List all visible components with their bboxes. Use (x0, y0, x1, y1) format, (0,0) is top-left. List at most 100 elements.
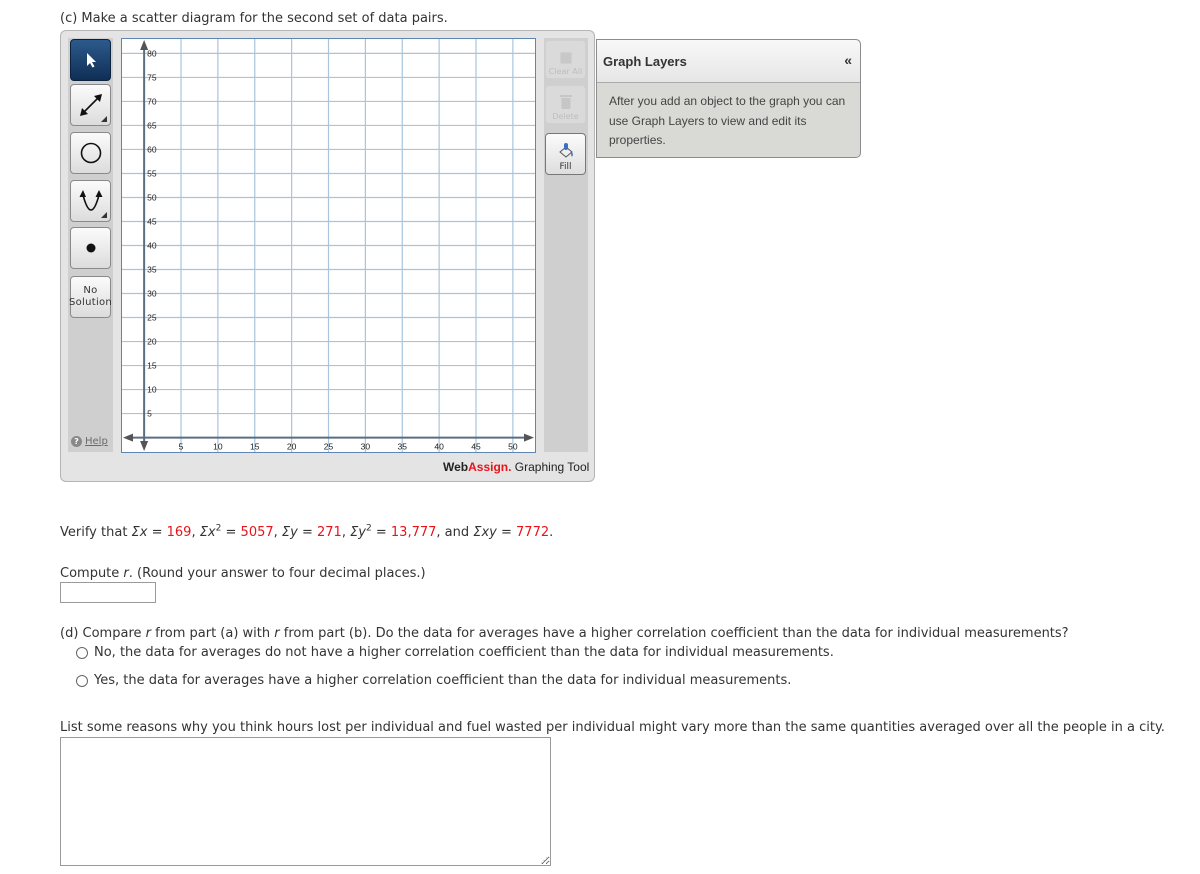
period: . (549, 525, 554, 540)
sum-xy-label: Σxy = (473, 525, 517, 540)
help-link[interactable]: ? Help (71, 436, 108, 447)
option-no-label[interactable]: No, the data for averages do not have a … (94, 645, 834, 660)
submenu-indicator (101, 116, 107, 122)
compute-r-prompt: Compute r. (Round your answer to four de… (60, 566, 426, 581)
option-yes-label[interactable]: Yes, the data for averages have a higher… (94, 673, 791, 688)
parabola-icon (79, 190, 102, 211)
y-tick-label: 25 (147, 313, 157, 323)
double-arrow-line-icon (79, 94, 102, 116)
x-tick-label: 10 (213, 442, 223, 452)
x-tick-label: 40 (434, 442, 444, 452)
x-tick-label: 20 (287, 442, 297, 452)
part-d-prompt: (d) Compare r from part (a) with r from … (60, 626, 1069, 641)
brand-assign: Assign. (468, 460, 512, 474)
sum-y2-label: Σy (350, 525, 366, 540)
sep: , (341, 525, 351, 540)
collapse-icon[interactable]: « (844, 52, 852, 68)
radio-yes[interactable] (76, 674, 88, 687)
resize-grip-icon[interactable]: ⋰ (540, 856, 548, 865)
y-tick-label: 65 (147, 120, 157, 130)
x-tick-label: 30 (361, 442, 371, 452)
sum-x2-label: Σx (199, 525, 216, 540)
sum-xy-value: 7772 (516, 525, 550, 540)
compute-prefix: Compute (60, 566, 124, 581)
pointer-tool-button[interactable] (70, 39, 111, 81)
x-tick-label: 15 (250, 442, 260, 452)
sep: , (273, 525, 282, 540)
y-tick-label: 75 (147, 72, 157, 82)
line-tool-button[interactable] (70, 84, 111, 126)
part-d-text-2: from part (a) with (151, 626, 275, 641)
x-tick-label: 50 (508, 442, 518, 452)
x-tick-label: 35 (398, 442, 408, 452)
sum-x-label: Σx = (131, 525, 167, 540)
submenu-indicator (101, 212, 107, 218)
verify-prefix: Verify that (60, 525, 132, 540)
delete-button[interactable]: Delete (545, 85, 586, 124)
sum-x2-value: 5057 (240, 525, 274, 540)
x-tick-label: 25 (324, 442, 334, 452)
help-icon: ? (71, 436, 82, 447)
point-tool-button[interactable] (70, 227, 111, 269)
point-icon (86, 243, 95, 253)
help-label[interactable]: Help (85, 436, 108, 447)
y-tick-label: 30 (147, 289, 157, 299)
eq: = (371, 525, 391, 540)
y-tick-label: 50 (147, 192, 157, 202)
no-solution-label-1: No (83, 285, 98, 296)
sum-y-value: 271 (316, 525, 342, 540)
x-tick-label: 45 (471, 442, 481, 452)
y-tick-label: 5 (147, 409, 152, 419)
y-tick-label: 40 (147, 241, 157, 251)
radio-no[interactable] (76, 646, 88, 659)
part-d-text-1: (d) Compare (60, 626, 146, 641)
clear-all-label: Clear All (548, 67, 583, 76)
y-tick-label: 70 (147, 96, 157, 106)
y-tick-label: 80 (147, 48, 157, 58)
no-solution-button[interactable]: No Solution (68, 276, 113, 318)
graph-layers-description: After you add an object to the graph you… (609, 94, 846, 147)
y-tick-label: 15 (147, 361, 157, 371)
graph-canvas[interactable]: 5 10 15 20 25 30 35 40 45 50 5 10 15 20 25 30 35 40 45 50 55… (121, 38, 536, 453)
trash-icon (559, 95, 572, 109)
and: , and (436, 525, 474, 540)
y-tick-label: 10 (147, 385, 157, 395)
parabola-tool-button[interactable] (70, 180, 111, 222)
sum-y2-value: 13,777 (390, 525, 437, 540)
y-tick-label: 20 (147, 337, 157, 347)
no-solution-label-2: Solution (68, 297, 113, 308)
sum-y-label: Σy = (281, 525, 317, 540)
circle-icon (80, 142, 101, 164)
fill-button[interactable]: Fill (545, 133, 586, 175)
r-answer-input[interactable] (60, 582, 156, 603)
graph-layers-panel: Graph Layers « After you add an object t… (596, 39, 861, 158)
y-tick-label: 60 (147, 144, 157, 154)
verify-sums-text: Verify that Σx = 169, Σx2 = 5057, Σy = 2… (60, 524, 554, 540)
graph-layers-title: Graph Layers (603, 54, 687, 69)
reasons-textarea[interactable] (60, 737, 551, 866)
clear-all-icon (559, 51, 572, 65)
compute-suffix: . (Round your answer to four decimal pla… (128, 566, 426, 581)
option-yes[interactable]: Yes, the data for averages have a higher… (76, 673, 791, 688)
part-c-prompt: (c) Make a scatter diagram for the secon… (60, 11, 448, 26)
x-axis-arrow-right (524, 433, 534, 442)
paint-bucket-icon (558, 143, 573, 158)
option-no[interactable]: No, the data for averages do not have a … (76, 645, 834, 660)
reasons-prompt: List some reasons why you think hours lo… (60, 720, 1165, 735)
y-tick-label: 45 (147, 216, 157, 226)
part-d-text-3: from part (b). Do the data for averages … (279, 626, 1069, 641)
delete-label: Delete (552, 112, 579, 121)
brand-suffix: Graphing Tool (511, 460, 590, 474)
sum-x-value: 169 (166, 525, 192, 540)
graph-grid[interactable]: 5 10 15 20 25 30 35 40 45 50 5 10 15 20 25 30 35 40 45 50 55… (122, 39, 535, 452)
x-tick-label: 5 (179, 442, 184, 452)
cursor-arrow-icon (86, 53, 96, 68)
y-axis-arrow-down (140, 441, 149, 451)
circle-tool-button[interactable] (70, 132, 111, 174)
fill-label: Fill (559, 162, 572, 172)
y-tick-label: 35 (147, 265, 157, 275)
y-tick-label: 55 (147, 168, 157, 178)
brand-web: Web (443, 460, 469, 474)
clear-all-button[interactable]: Clear All (545, 40, 586, 79)
eq: = (221, 525, 241, 540)
